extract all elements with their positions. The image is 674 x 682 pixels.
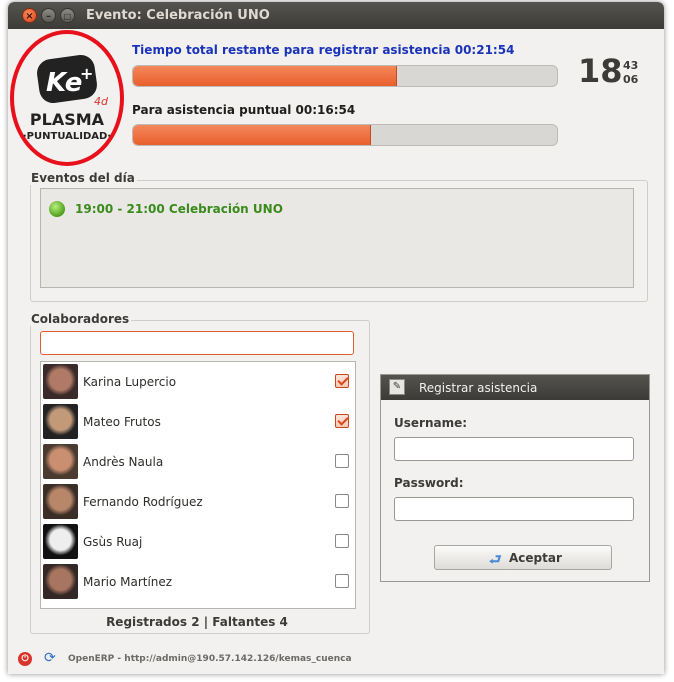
collaborator-name: Mateo Frutos bbox=[83, 415, 161, 429]
attendance-checkbox[interactable] bbox=[335, 574, 349, 588]
avatar bbox=[43, 444, 78, 479]
refresh-icon[interactable]: ⟳ bbox=[44, 650, 56, 666]
power-icon[interactable]: ⏻ bbox=[18, 652, 32, 666]
punctual-time-label: Para asistencia puntual 00:16:54 bbox=[132, 103, 356, 117]
avatar bbox=[43, 524, 78, 559]
avatar bbox=[43, 364, 78, 399]
collaborator-row[interactable]: Mario Martínez bbox=[41, 562, 353, 602]
avatar bbox=[43, 564, 78, 599]
password-label: Password: bbox=[394, 476, 464, 490]
clock-minute: 43 bbox=[623, 59, 639, 72]
svg-text:Ke: Ke bbox=[46, 68, 82, 98]
password-field[interactable] bbox=[394, 497, 634, 521]
clock-second: 06 bbox=[623, 73, 639, 86]
attendance-checkbox[interactable] bbox=[335, 534, 349, 548]
attendance-checkbox[interactable] bbox=[335, 374, 349, 388]
close-button[interactable]: × bbox=[22, 8, 37, 23]
attendance-summary: Registrados 2 | Faltantes 4 bbox=[106, 615, 288, 629]
event-status-icon bbox=[49, 201, 65, 217]
collaborators-title: Colaboradores bbox=[29, 312, 132, 326]
avatar bbox=[43, 484, 78, 519]
collaborator-name: Mario Martínez bbox=[83, 575, 173, 589]
total-time-progress bbox=[132, 65, 558, 87]
collaborator-row[interactable]: Gsùs Ruaj bbox=[41, 522, 353, 562]
avatar bbox=[43, 404, 78, 439]
attendance-checkbox[interactable] bbox=[335, 414, 349, 428]
status-bar: ⏻ ⟳ OpenERP - http://admin@190.57.142.12… bbox=[8, 648, 664, 674]
username-field[interactable] bbox=[394, 437, 634, 461]
event-item[interactable]: 19:00 - 21:00 Celebración UNO bbox=[75, 202, 283, 216]
attendance-checkbox[interactable] bbox=[335, 454, 349, 468]
svg-text:4d: 4d bbox=[94, 95, 109, 108]
minimize-button[interactable]: – bbox=[41, 8, 56, 23]
register-icon: ✎ bbox=[389, 379, 405, 395]
window-title: Evento: Celebración UNO bbox=[86, 8, 270, 23]
clock-hour: 18 bbox=[578, 52, 623, 90]
title-bar: × – □ Evento: Celebración UNO bbox=[8, 2, 664, 29]
total-time-label: Tiempo total restante para registrar asi… bbox=[132, 43, 515, 57]
collaborator-name: Gsùs Ruaj bbox=[83, 535, 143, 549]
svg-text:PLASMA: PLASMA bbox=[30, 110, 105, 129]
maximize-button[interactable]: □ bbox=[60, 8, 75, 23]
collaborator-row[interactable]: Karina Lupercio bbox=[41, 362, 353, 402]
register-panel: ✎ Registrar asistencia Username: Passwor… bbox=[380, 374, 650, 582]
clock-minute-second: 43 06 bbox=[623, 59, 638, 87]
svg-text:+: + bbox=[80, 64, 93, 83]
collaborator-row[interactable]: Fernando Rodríguez bbox=[41, 482, 353, 522]
username-label: Username: bbox=[394, 416, 468, 430]
enter-arrow-icon: ⮐ bbox=[489, 552, 502, 568]
server-status-text: OpenERP - http://admin@190.57.142.126/ke… bbox=[68, 654, 352, 664]
punctual-time-progress bbox=[132, 124, 558, 146]
punctual-time-progress-fill bbox=[133, 125, 372, 145]
svg-text:·PUNTUALIDAD·: ·PUNTUALIDAD· bbox=[23, 131, 111, 142]
attendance-checkbox[interactable] bbox=[335, 494, 349, 508]
collaborator-row[interactable]: Andrès Naula bbox=[41, 442, 353, 482]
collaborator-row[interactable]: Mateo Frutos bbox=[41, 402, 353, 442]
collaborator-search-input[interactable] bbox=[40, 331, 354, 355]
collaborator-name: Fernando Rodríguez bbox=[83, 495, 203, 509]
collaborator-name: Karina Lupercio bbox=[83, 375, 177, 389]
events-list: 19:00 - 21:00 Celebración UNO bbox=[40, 188, 634, 288]
accept-button[interactable]: ⮐ Aceptar bbox=[434, 545, 612, 570]
register-title: Registrar asistencia bbox=[419, 381, 538, 395]
collaborators-list: Karina Lupercio Mateo Frutos Andrès Naula F… bbox=[40, 361, 356, 609]
accept-button-label: Aceptar bbox=[509, 551, 562, 565]
collaborator-name: Andrès Naula bbox=[83, 455, 164, 469]
events-title: Eventos del día bbox=[29, 171, 137, 185]
plasma-puntualidad-logo: Ke + 4d PLASMA ·PUNTUALIDAD· bbox=[10, 29, 128, 167]
total-time-progress-fill bbox=[133, 66, 397, 86]
app-window: × – □ Evento: Celebración UNO Ke + 4d PL… bbox=[8, 2, 664, 674]
register-header: ✎ Registrar asistencia bbox=[381, 375, 649, 400]
